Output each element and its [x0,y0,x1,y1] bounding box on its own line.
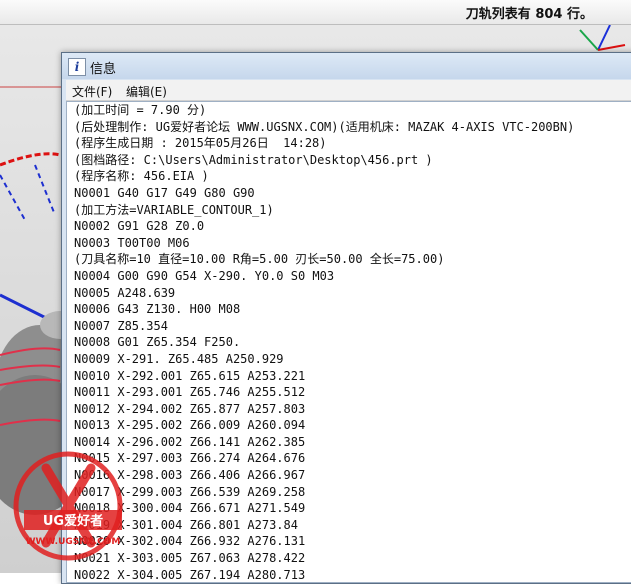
text-line: N0018 X-300.004 Z66.671 A271.549 [74,501,306,516]
text-line: N0011 X-293.001 Z65.746 A255.512 [74,385,306,400]
menu-file[interactable]: 文件(F) [72,83,112,100]
text-line: (程序名称: 456.EIA ) [74,169,209,184]
text-line: (程序生成日期 : 2015年05月26日 14:28) [74,136,327,151]
info-icon: i [68,58,86,76]
text-line: N0003 T00T00 M06 [74,235,190,250]
info-text-area[interactable]: (加工时间 = 7.90 分) (后处理制作: UG爱好者论坛 WWW.UGSN… [66,101,631,583]
text-line: N0006 G43 Z130. H00 M08 [74,302,241,317]
text-line: N0019 X-301.004 Z66.801 A273.84 [74,517,298,532]
text-line: N0020 X-302.004 Z66.932 A276.131 [74,534,306,549]
text-line: N0005 A248.639 [74,285,176,300]
text-line: N0010 X-292.001 Z65.615 A253.221 [74,368,306,383]
text-line: N0002 G91 G28 Z0.0 [74,219,205,234]
text-line: N0017 X-299.003 Z66.539 A269.258 [74,484,306,499]
info-window[interactable]: i 信息 文件(F) 编辑(E) (加工时间 = 7.90 分) (后处理制作:… [61,52,631,584]
status-bar: 刀轨列表有 804 行。 [0,0,631,25]
text-line: N0013 X-295.002 Z66.009 A260.094 [74,418,306,433]
text-line: N0009 X-291. Z65.485 A250.929 [74,351,284,366]
text-line: N0022 X-304.005 Z67.194 A280.713 [74,567,306,582]
text-line: N0004 G00 G90 G54 X-290. Y0.0 S0 M03 [74,268,335,283]
title-bar[interactable]: i 信息 [62,53,631,79]
text-line: N0008 G01 Z65.354 F250. [74,335,241,350]
text-line: (图档路径: C:\Users\Administrator\Desktop\45… [74,152,433,167]
text-line: N0021 X-303.005 Z67.063 A278.422 [74,551,306,566]
text-line: N0007 Z85.354 [74,318,168,333]
text-line: N0001 G40 G17 G49 G80 G90 [74,185,255,200]
text-line: (加工时间 = 7.90 分) [74,103,207,117]
text-line: N0016 X-298.003 Z66.406 A266.967 [74,468,306,483]
text-line: (刀具名称=10 直径=10.00 R角=5.00 刃长=50.00 全长=75… [74,252,445,267]
text-line: N0012 X-294.002 Z65.877 A257.803 [74,401,306,416]
menu-bar: 文件(F) 编辑(E) [66,80,631,101]
text-line: N0014 X-296.002 Z66.141 A262.385 [74,434,306,449]
status-message: 刀轨列表有 804 行。 [465,7,593,22]
menu-edit[interactable]: 编辑(E) [126,83,167,100]
text-line: N0015 X-297.003 Z66.274 A264.676 [74,451,306,466]
text-line: (后处理制作: UG爱好者论坛 WWW.UGSNX.COM)(适用机床: MAZ… [74,119,575,134]
window-title: 信息 [90,62,117,77]
text-line: (加工方法=VARIABLE_CONTOUR_1) [74,202,274,217]
